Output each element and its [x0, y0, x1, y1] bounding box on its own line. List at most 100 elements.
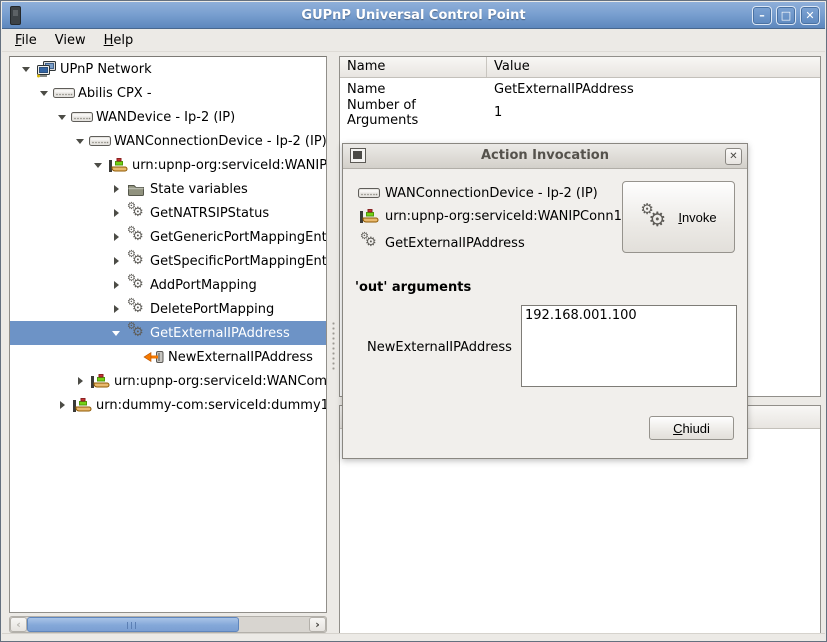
tree-item-label: WANConnectionDevice - Ip-2 (IP)	[114, 134, 326, 149]
statusbar	[2, 633, 825, 640]
tree-item-wandevice-ip-2-ip[interactable]: WANDevice - Ip-2 (IP)	[10, 105, 326, 129]
menu-view[interactable]: View	[46, 31, 95, 50]
service-icon	[88, 373, 112, 389]
menubar: FileViewHelp	[2, 29, 825, 52]
maximize-button[interactable]: □	[776, 6, 796, 25]
action-invocation-dialog: Action Invocation ✕ WANConnectionDevice …	[342, 143, 748, 459]
tree-horizontal-scrollbar[interactable]: ‹ ›	[9, 616, 327, 633]
pane-splitter[interactable]	[327, 56, 339, 633]
service-icon	[357, 208, 381, 224]
tree-item-urn-dummy-com-serviceid-dummy1[interactable]: urn:dummy-com:serviceId:dummy1	[10, 393, 326, 417]
argument-label: NewExternalIPAddress	[367, 340, 512, 355]
dialog-context-getexternalipaddress: ⚙⚙GetExternalIPAddress	[357, 232, 525, 254]
expander-closed-icon[interactable]	[54, 401, 70, 409]
tree-item-deleteportmapping[interactable]: ⚙⚙DeletePortMapping	[10, 297, 326, 321]
main-window: GUPnP Universal Control Point – □ ✕ File…	[0, 0, 827, 642]
gears-icon: ⚙⚙	[124, 276, 148, 294]
network-icon	[34, 61, 58, 78]
menu-file[interactable]: File	[6, 31, 46, 50]
tree-item-urn-upnp-org-serviceid-wancom[interactable]: urn:upnp-org:serviceId:WANCom	[10, 369, 326, 393]
tree-item-label: GetSpecificPortMappingEnt	[150, 254, 326, 269]
dialog-titlebar[interactable]: Action Invocation ✕	[343, 144, 747, 169]
argument-value-field[interactable]: 192.168.001.100	[521, 305, 737, 387]
out-arguments-heading: 'out' arguments	[355, 280, 471, 295]
dialog-context-text: urn:upnp-org:serviceId:WANIPConn1	[385, 209, 622, 224]
tree-item-upnp-network[interactable]: UPnP Network	[10, 57, 326, 81]
expander-open-icon[interactable]	[54, 115, 70, 120]
gears-icon: ⚙⚙	[124, 324, 148, 342]
tree-item-getgenericportmappingent[interactable]: ⚙⚙GetGenericPortMappingEnt	[10, 225, 326, 249]
property-name: Number of Arguments	[340, 98, 487, 128]
tree-item-label: urn:upnp-org:serviceId:WANCom	[114, 374, 326, 389]
tree-item-label: GetNATRSIPStatus	[150, 206, 269, 221]
tree-item-abilis-cpx[interactable]: Abilis CPX -	[10, 81, 326, 105]
service-icon	[106, 157, 130, 173]
expander-closed-icon[interactable]	[108, 305, 124, 313]
scroll-right-icon[interactable]: ›	[309, 617, 326, 632]
expander-open-icon[interactable]	[18, 67, 34, 72]
scrollbar-thumb[interactable]	[27, 617, 239, 632]
dialog-title: Action Invocation	[343, 148, 747, 163]
tree-item-label: NewExternalIPAddress	[168, 350, 313, 365]
device-icon	[357, 187, 381, 199]
column-header-name[interactable]: Name	[340, 57, 487, 77]
tree-item-getnatrsipstatus[interactable]: ⚙⚙GetNATRSIPStatus	[10, 201, 326, 225]
invoke-button[interactable]: ⚙⚙Invoke	[622, 181, 735, 253]
tree-item-getexternalipaddress[interactable]: ⚙⚙GetExternalIPAddress	[10, 321, 326, 345]
property-value: 1	[487, 105, 502, 120]
tree-item-label: AddPortMapping	[150, 278, 257, 293]
expander-closed-icon[interactable]	[108, 233, 124, 241]
dialog-close-button[interactable]: ✕	[725, 148, 742, 165]
property-row[interactable]: Number of Arguments1	[340, 101, 820, 124]
tree-item-label: GetGenericPortMappingEnt	[150, 230, 326, 245]
gears-icon: ⚙⚙	[124, 300, 148, 318]
expander-open-icon[interactable]	[90, 163, 106, 168]
dialog-context-text: WANConnectionDevice - Ip-2 (IP)	[385, 186, 598, 201]
close-button[interactable]: ✕	[800, 6, 820, 25]
details-column-header[interactable]: NameValue	[340, 57, 820, 78]
tree-item-addportmapping[interactable]: ⚙⚙AddPortMapping	[10, 273, 326, 297]
gears-icon: ⚙⚙	[124, 204, 148, 222]
device-icon	[70, 111, 94, 123]
tree-item-label: urn:dummy-com:serviceId:dummy1	[96, 398, 326, 413]
menu-help[interactable]: Help	[95, 31, 143, 50]
tree-item-urn-upnp-org-serviceid-wanip[interactable]: urn:upnp-org:serviceId:WANIP	[10, 153, 326, 177]
dialog-close-action-button[interactable]: Chiudi	[649, 416, 734, 440]
tree-item-state-variables[interactable]: State variables	[10, 177, 326, 201]
device-icon	[88, 135, 112, 147]
tree-item-wanconnectiondevice-ip-2-ip[interactable]: WANConnectionDevice - Ip-2 (IP)	[10, 129, 326, 153]
expander-closed-icon[interactable]	[108, 209, 124, 217]
property-value: GetExternalIPAddress	[487, 82, 634, 97]
dialog-context-urn-upnp-org-serviceid-wanipconn1: urn:upnp-org:serviceId:WANIPConn1	[357, 205, 622, 227]
tree-item-newexternalipaddress[interactable]: NewExternalIPAddress	[10, 345, 326, 369]
tree-item-label: WANDevice - Ip-2 (IP)	[96, 110, 235, 125]
dialog-context-wanconnectiondevice-ip-2-ip: WANConnectionDevice - Ip-2 (IP)	[357, 182, 598, 204]
device-icon	[52, 87, 76, 99]
tree-item-label: urn:upnp-org:serviceId:WANIP	[132, 158, 326, 173]
titlebar[interactable]: GUPnP Universal Control Point – □ ✕	[2, 2, 825, 29]
expander-open-icon[interactable]	[36, 91, 52, 96]
expander-closed-icon[interactable]	[108, 281, 124, 289]
gears-icon: ⚙⚙	[124, 252, 148, 270]
splitter-grip-icon	[331, 321, 336, 371]
folder-icon	[124, 182, 148, 196]
window-title: GUPnP Universal Control Point	[2, 8, 825, 23]
minimize-button[interactable]: –	[752, 6, 772, 25]
tree-item-label: Abilis CPX -	[78, 86, 152, 101]
device-tree[interactable]: UPnP Network Abilis CPX - WANDevice - Ip-2…	[9, 56, 327, 613]
expander-closed-icon[interactable]	[72, 377, 88, 385]
gears-icon: ⚙⚙	[640, 203, 670, 231]
outarg-icon	[142, 350, 166, 364]
expander-closed-icon[interactable]	[108, 257, 124, 265]
tree-item-getspecificportmappingent[interactable]: ⚙⚙GetSpecificPortMappingEnt	[10, 249, 326, 273]
property-name: Name	[340, 82, 487, 97]
column-header-value[interactable]: Value	[487, 57, 820, 77]
gears-icon: ⚙⚙	[124, 228, 148, 246]
expander-open-icon[interactable]	[72, 139, 88, 144]
expander-open-icon[interactable]	[108, 331, 124, 336]
tree-item-label: GetExternalIPAddress	[150, 326, 290, 341]
tree-item-label: State variables	[150, 182, 248, 197]
scroll-left-icon[interactable]: ‹	[10, 617, 27, 632]
gears-icon: ⚙⚙	[357, 234, 381, 252]
expander-closed-icon[interactable]	[108, 185, 124, 193]
